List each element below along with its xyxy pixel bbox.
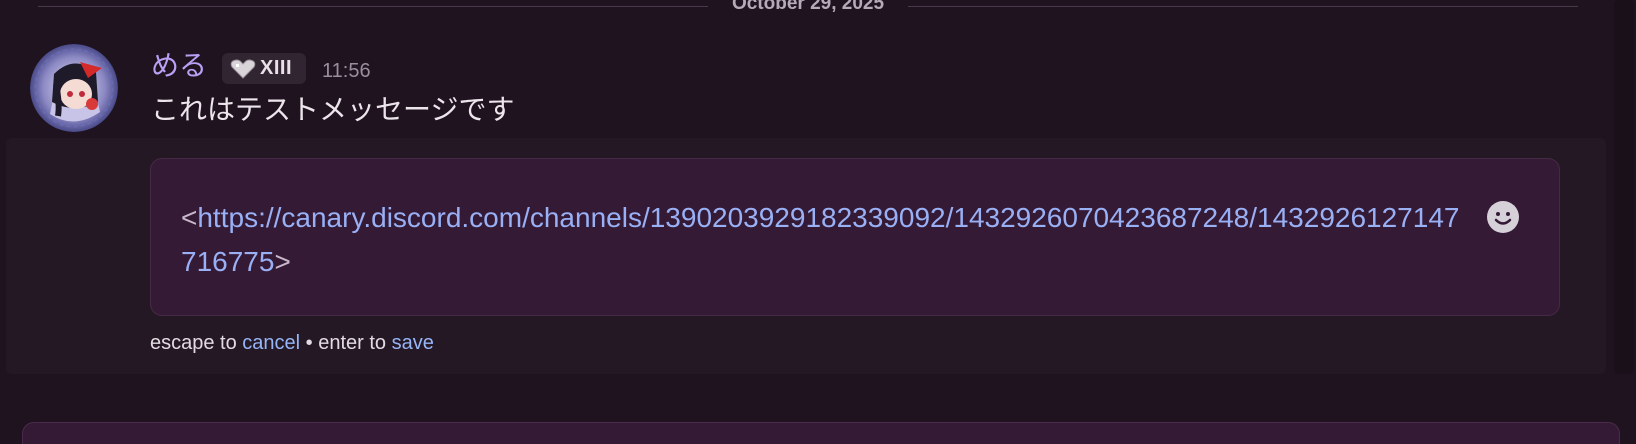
message-timestamp[interactable]: 11:56 <box>322 60 371 83</box>
heart-icon <box>230 59 256 79</box>
username[interactable]: める <box>151 49 207 83</box>
scrollbar[interactable] <box>1614 0 1634 374</box>
message-composer[interactable] <box>22 422 1620 444</box>
close-bracket: > <box>274 246 291 277</box>
edit-message-text[interactable]: <https://canary.discord.com/channels/139… <box>181 196 1471 284</box>
hint-enter-text: • enter to <box>300 332 392 354</box>
smiley-face-icon[interactable] <box>1486 200 1520 234</box>
message-link[interactable]: https://canary.discord.com/channels/1390… <box>181 202 1459 277</box>
edit-hint: escape to cancel • enter to save <box>150 332 434 355</box>
cancel-link[interactable]: cancel <box>242 332 300 354</box>
badge-label: XIII <box>260 57 293 79</box>
divider-line-left <box>38 6 708 7</box>
chat-view: October 29, 2025 める XIII 11:56 これはテストメッセ… <box>0 0 1636 444</box>
date-divider: October 29, 2025 <box>38 0 1578 14</box>
open-bracket: < <box>181 202 198 233</box>
save-link[interactable]: save <box>392 332 434 354</box>
hint-escape-text: escape to <box>150 332 243 354</box>
message-content: これはテストメッセージです <box>151 93 515 126</box>
divider-date: October 29, 2025 <box>731 0 885 14</box>
avatar[interactable] <box>30 44 118 132</box>
server-tag-badge[interactable]: XIII <box>222 53 306 84</box>
divider-line-right <box>908 6 1578 7</box>
